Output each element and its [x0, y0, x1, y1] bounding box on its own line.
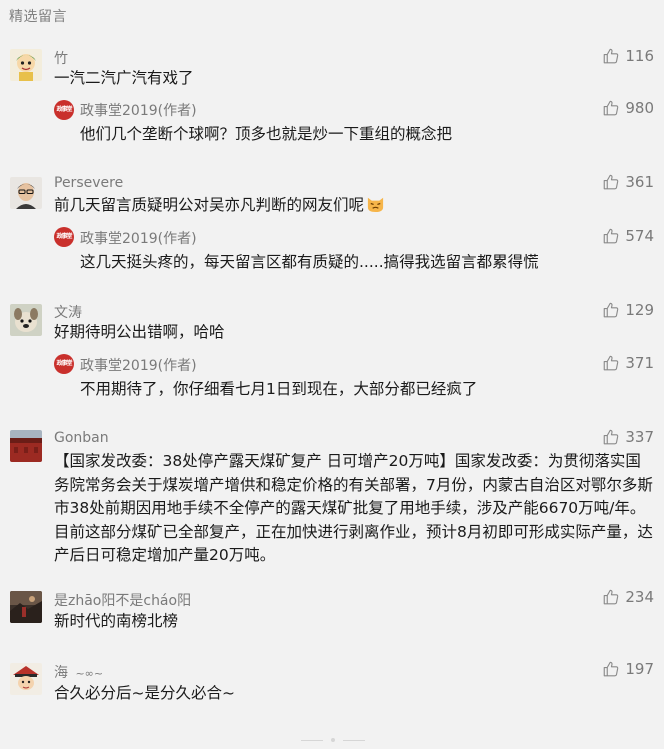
comment-text: 【国家发改委：38处停产露天煤矿复产 日可增产20万吨】国家发改委：为贯彻落实国… [54, 452, 653, 564]
reply-text: 不用期待了，你仔细看七月1日到现在，大部分都已经疯了 [80, 380, 478, 398]
smirk-cat-emoji [367, 197, 384, 213]
divider-line [343, 739, 365, 741]
comment-author-name: 海 [54, 665, 68, 681]
comment-author[interactable]: 文涛 [54, 302, 82, 322]
comment-author[interactable]: 海 ~∞~ [54, 662, 103, 682]
section-title: 精选留言 [9, 9, 67, 25]
thumbs-up-icon [604, 228, 619, 244]
comment-text: 好期待明公出错啊，哈哈 [54, 323, 225, 341]
thumbs-up-icon [604, 174, 619, 190]
like-count: 361 [625, 173, 654, 191]
thumbs-up-icon [604, 589, 619, 605]
divider-dot [331, 738, 335, 742]
reply-author[interactable]: 政事堂2019(作者) [80, 228, 197, 248]
comment-author-suffix: ~∞~ [75, 667, 104, 680]
reply-text: 这几天挺头疼的，每天留言区都有质疑的.....搞得我选留言都累得慌 [80, 253, 539, 271]
author-avatar[interactable]: 政事堂 [54, 227, 74, 247]
comment-text: 一汽二汽广汽有戏了 [54, 69, 194, 87]
comment-author[interactable]: Gonban [54, 430, 109, 446]
thumbs-up-icon [604, 355, 619, 371]
like-button[interactable]: 116 [602, 47, 654, 65]
like-button[interactable]: 234 [602, 588, 654, 606]
comment-author[interactable]: Persevere [54, 175, 123, 191]
reply-like-button[interactable]: 574 [602, 227, 654, 245]
thumbs-up-icon [604, 100, 619, 116]
red-building-photo-avatar[interactable] [10, 430, 42, 462]
thumbs-up-icon [604, 429, 619, 445]
comment-text: 合久必分后~是分久必合~ [54, 684, 235, 702]
comment-author[interactable]: 是zhāo阳不是cháo阳 [54, 590, 191, 610]
comment-text-content: 前几天留言质疑明公对吴亦凡判断的网友们呢 [54, 196, 365, 214]
like-count: 234 [625, 588, 654, 606]
like-count: 574 [625, 227, 654, 245]
cartoon-character-avatar[interactable] [10, 49, 42, 81]
thumbs-up-icon [604, 661, 619, 677]
like-count: 980 [625, 99, 654, 117]
cartoon-hat-avatar[interactable] [10, 663, 42, 695]
reply-like-button[interactable]: 980 [602, 99, 654, 117]
reply-text: 他们几个垄断个球啊？顶多也就是炒一下重组的概念把 [80, 125, 453, 143]
comment-text: 新时代的南榜北榜 [54, 612, 179, 630]
reply-like-button[interactable]: 371 [602, 354, 654, 372]
author-avatar[interactable]: 政事堂 [54, 354, 74, 374]
like-button[interactable]: 197 [602, 660, 654, 678]
landscape-photo-avatar[interactable] [10, 591, 42, 623]
thumbs-up-icon [604, 48, 619, 64]
like-count: 116 [625, 47, 654, 65]
comment-author[interactable]: 竹 [54, 48, 68, 68]
reply-author[interactable]: 政事堂2019(作者) [80, 355, 197, 375]
like-button[interactable]: 337 [602, 428, 654, 446]
like-count: 371 [625, 354, 654, 372]
list-end-divider [300, 738, 366, 742]
like-count: 197 [625, 660, 654, 678]
reply-author[interactable]: 政事堂2019(作者) [80, 100, 197, 120]
like-button[interactable]: 129 [602, 301, 654, 319]
like-button[interactable]: 361 [602, 173, 654, 191]
thumbs-up-icon [604, 302, 619, 318]
divider-line [301, 739, 323, 741]
like-count: 337 [625, 428, 654, 446]
person-photo-avatar[interactable] [10, 177, 42, 209]
comment-text: 前几天留言质疑明公对吴亦凡判断的网友们呢 [54, 194, 654, 217]
comments-page: 精选留言 竹 一汽二汽广汽有戏了 116 政事堂 政事堂2019(作者) 他们几… [0, 0, 664, 749]
author-avatar[interactable]: 政事堂 [54, 100, 74, 120]
dog-photo-avatar[interactable] [10, 304, 42, 336]
like-count: 129 [625, 301, 654, 319]
